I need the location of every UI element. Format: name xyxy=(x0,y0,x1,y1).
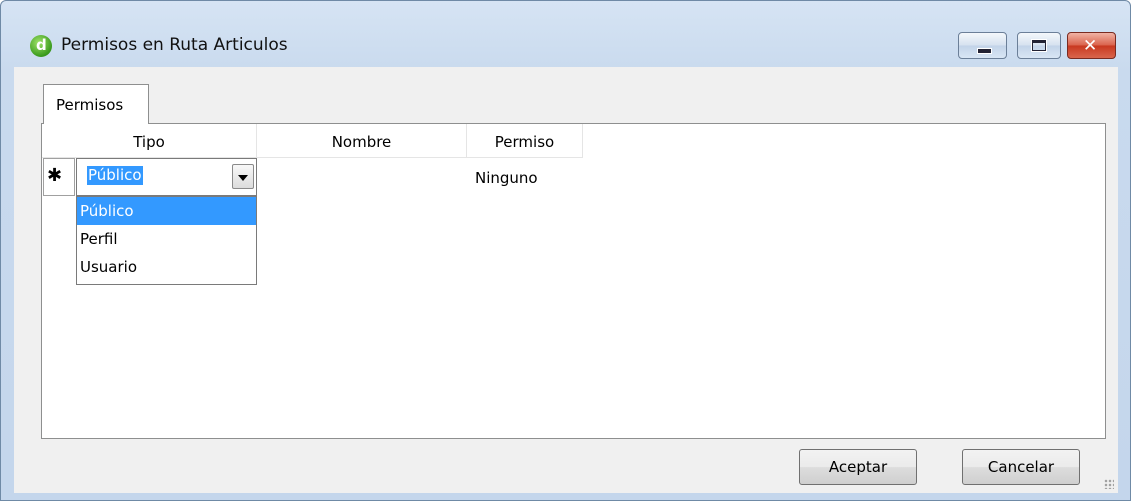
dropdown-option-publico[interactable]: Público xyxy=(77,197,256,225)
column-header-permiso[interactable]: Permiso xyxy=(467,124,583,158)
cell-permiso[interactable]: Ninguno xyxy=(475,169,538,187)
chevron-down-icon[interactable] xyxy=(232,164,254,189)
tab-panel-permisos: Tipo Nombre Permiso ✱ Público Ninguno Pú… xyxy=(41,123,1106,439)
app-d-icon xyxy=(30,35,52,57)
new-row-asterisk-icon: ✱ xyxy=(47,165,63,186)
tab-permisos-label: Permisos xyxy=(56,96,124,114)
tipo-combobox-value: Público xyxy=(87,166,143,185)
permissions-grid: Tipo Nombre Permiso ✱ Público Ninguno Pú… xyxy=(42,124,1105,438)
close-icon: ✕ xyxy=(1083,36,1098,56)
column-header-tipo[interactable]: Tipo xyxy=(42,124,257,158)
close-button[interactable]: ✕ xyxy=(1067,32,1116,59)
minimize-button[interactable] xyxy=(958,32,1007,59)
aceptar-button[interactable]: Aceptar xyxy=(799,449,917,485)
title-bar[interactable]: Permisos en Ruta Articulos ✕ xyxy=(1,1,1130,67)
tipo-combobox[interactable]: Público xyxy=(76,158,257,196)
dropdown-option-perfil[interactable]: Perfil xyxy=(77,225,256,253)
minimize-icon xyxy=(977,48,992,54)
column-header-nombre[interactable]: Nombre xyxy=(257,124,467,158)
maximize-button[interactable] xyxy=(1017,32,1061,59)
dialog-client-area: Permisos Tipo Nombre Permiso ✱ Público N… xyxy=(14,67,1118,493)
tab-permisos[interactable]: Permisos xyxy=(43,84,149,124)
dropdown-option-usuario[interactable]: Usuario xyxy=(77,253,256,281)
cancelar-button[interactable]: Cancelar xyxy=(962,449,1080,485)
dialog-window: Permisos en Ruta Articulos ✕ Permisos Ti… xyxy=(0,0,1131,501)
new-row-selector[interactable]: ✱ xyxy=(43,158,75,196)
maximize-icon xyxy=(1031,39,1047,52)
tipo-dropdown-list: Público Perfil Usuario xyxy=(76,196,257,285)
resize-grip[interactable] xyxy=(1104,479,1114,489)
window-title: Permisos en Ruta Articulos xyxy=(61,35,288,55)
